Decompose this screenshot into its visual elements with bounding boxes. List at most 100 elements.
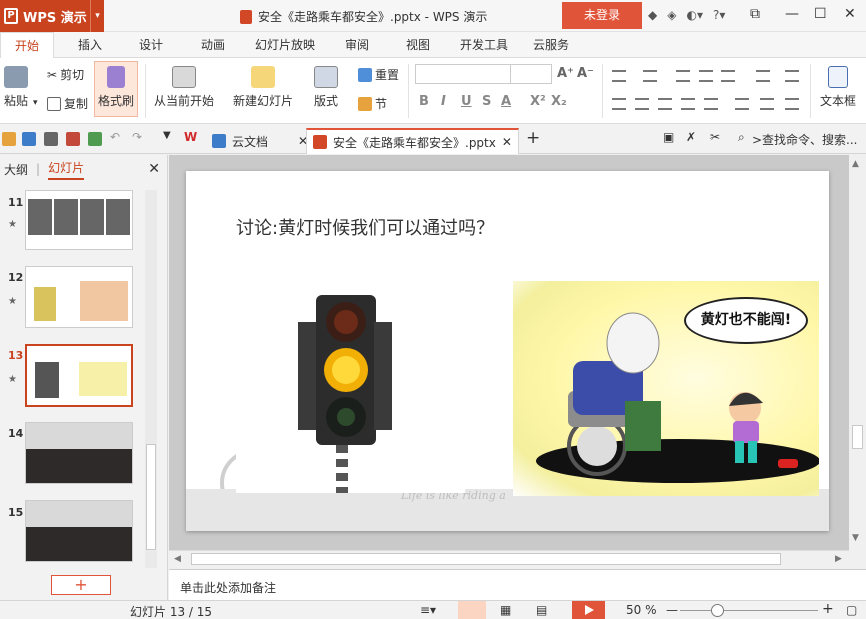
justify-icon[interactable] [681, 98, 695, 110]
scroll-right-icon[interactable]: ▶ [835, 554, 842, 564]
add-slide-button[interactable]: + [51, 575, 111, 595]
zoom-slider[interactable] [680, 610, 818, 611]
underline-icon[interactable]: U [461, 94, 472, 109]
print-icon[interactable] [44, 132, 58, 146]
increase-indent-icon[interactable] [699, 70, 713, 82]
section-button[interactable]: 节 [358, 95, 387, 112]
help-icon[interactable]: ?▾ [713, 8, 725, 22]
increase-font-icon[interactable]: A⁺ [557, 66, 574, 81]
tab-cloud-docs[interactable]: 云文档 ✕ [206, 128, 314, 154]
fullscreen-icon[interactable]: ⧉ [750, 6, 760, 22]
search-icon[interactable]: ⌕ [738, 130, 745, 145]
scroll-up-icon[interactable]: ▲ [852, 159, 859, 169]
tab-cloud[interactable]: 云服务 [533, 32, 569, 58]
new-tab-icon[interactable]: + [526, 128, 540, 148]
italic-icon[interactable]: I [441, 94, 446, 109]
font-family-select[interactable] [415, 64, 511, 84]
columns-icon[interactable] [756, 70, 770, 82]
format-painter-button[interactable]: 格式刷 [94, 61, 138, 117]
vertical-scrollbar[interactable]: ▲ ▼ [849, 155, 866, 550]
cut-button[interactable]: ✂ 剪切 [47, 66, 84, 83]
tools-icon[interactable]: ✗ [686, 130, 696, 144]
tab-insert[interactable]: 插入 [78, 32, 102, 58]
zoom-in-icon[interactable]: + [822, 601, 834, 617]
tab-developer[interactable]: 开发工具 [460, 32, 508, 58]
align-left-icon[interactable] [612, 98, 626, 110]
redo-icon[interactable]: ↷ [132, 130, 142, 144]
font-color-icon[interactable]: A [501, 94, 511, 109]
text-direction-icon[interactable] [721, 70, 735, 82]
tab-slideshow[interactable]: 幻灯片放映 [255, 32, 315, 58]
undo-icon[interactable]: ↶ [110, 130, 120, 144]
shadow-icon[interactable]: S [482, 94, 491, 109]
paste-dropdown-icon[interactable]: ▾ [33, 98, 38, 108]
wps-home-icon[interactable]: W [184, 130, 197, 144]
share-icon[interactable]: ◈ [667, 8, 676, 22]
distributed-icon[interactable] [704, 98, 718, 110]
paragraph-spacing-icon[interactable] [760, 98, 774, 110]
text-size-icon[interactable] [785, 70, 799, 82]
tab-outline[interactable]: 大纲 [4, 161, 28, 178]
chevron-down-icon[interactable]: ▾ [90, 0, 104, 32]
paste-button[interactable]: 粘贴 [4, 66, 28, 109]
notes-toggle-icon[interactable]: ≡▾ [420, 603, 436, 617]
copy-button[interactable]: 复制 [47, 95, 88, 112]
layout-button[interactable]: 版式 [314, 66, 338, 109]
slide-sorter-view-icon[interactable]: ▦ [500, 603, 511, 617]
decrease-font-icon[interactable]: A⁻ [577, 66, 594, 81]
text-align-icon[interactable] [785, 98, 799, 110]
slide-thumbnail-14[interactable] [25, 422, 133, 484]
superscript-icon[interactable]: X² [530, 94, 546, 109]
scroll-down-icon[interactable]: ▼ [852, 533, 859, 543]
decrease-indent-icon[interactable] [676, 70, 690, 82]
open-folder-icon[interactable] [2, 132, 16, 146]
zoom-slider-knob[interactable] [711, 604, 725, 617]
align-right-icon[interactable] [658, 98, 672, 110]
quick-access-dropdown-icon[interactable]: ▼ [163, 130, 171, 141]
tab-animation[interactable]: 动画 [201, 32, 225, 58]
new-slide-button[interactable]: 新建幻灯片 [233, 66, 293, 109]
reset-button[interactable]: 重置 [358, 66, 399, 83]
line-spacing-icon[interactable] [735, 98, 749, 110]
feedback-icon[interactable]: ◐▾ [686, 8, 703, 22]
play-slideshow-button[interactable] [572, 601, 605, 619]
tab-current-document[interactable]: 安全《走路乘车都安全》.pptx ✕ [306, 128, 519, 154]
fit-window-icon[interactable]: ▢ [846, 603, 857, 617]
textbox-button[interactable]: 文本框 [820, 66, 856, 109]
thumbnail-scrollbar-thumb[interactable] [146, 444, 156, 550]
close-icon[interactable]: ✕ [844, 6, 856, 22]
slide-thumbnail-11[interactable] [25, 190, 133, 250]
scroll-left-icon[interactable]: ◀ [174, 554, 181, 564]
normal-view-icon[interactable] [458, 601, 486, 619]
command-search-input[interactable]: >查找命令、搜索... [752, 131, 858, 148]
from-current-button[interactable]: 从当前开始 [154, 66, 214, 109]
reading-view-icon[interactable]: ▤ [536, 603, 547, 617]
close-panel-icon[interactable]: ✕ [148, 161, 160, 177]
save-icon[interactable] [22, 132, 36, 146]
tab-home[interactable]: 开始 [0, 32, 55, 58]
horizontal-scrollbar-thumb[interactable] [191, 553, 781, 565]
tab-design[interactable]: 设计 [139, 32, 163, 58]
tab-slides[interactable]: 幻灯片 [48, 159, 85, 180]
numbering-icon[interactable] [643, 70, 657, 82]
scissors-icon[interactable]: ✂ [710, 130, 720, 144]
bullets-icon[interactable] [612, 70, 626, 82]
notes-pane[interactable]: 单击此处添加备注 [169, 569, 866, 600]
zoom-out-icon[interactable]: — [666, 603, 678, 617]
login-button[interactable]: 未登录 [562, 2, 642, 29]
vertical-scrollbar-thumb[interactable] [852, 425, 863, 449]
tab-review[interactable]: 审阅 [345, 32, 369, 58]
preview-icon[interactable] [88, 132, 102, 146]
close-tab-icon[interactable]: ✕ [502, 135, 512, 149]
maximize-icon[interactable]: ☐ [814, 6, 827, 22]
tab-view[interactable]: 视图 [406, 32, 430, 58]
slide-thumbnail-12[interactable] [25, 266, 133, 328]
slide-thumbnail-13[interactable] [25, 344, 133, 407]
bold-icon[interactable]: B [419, 94, 429, 109]
app-menu-button[interactable]: P WPS 演示 ▾ [0, 0, 104, 32]
slide-thumbnail-15[interactable] [25, 500, 133, 562]
export-pdf-icon[interactable] [66, 132, 80, 146]
align-center-icon[interactable] [635, 98, 649, 110]
skin-icon[interactable]: ◆ [648, 8, 657, 22]
font-size-select[interactable] [510, 64, 552, 84]
